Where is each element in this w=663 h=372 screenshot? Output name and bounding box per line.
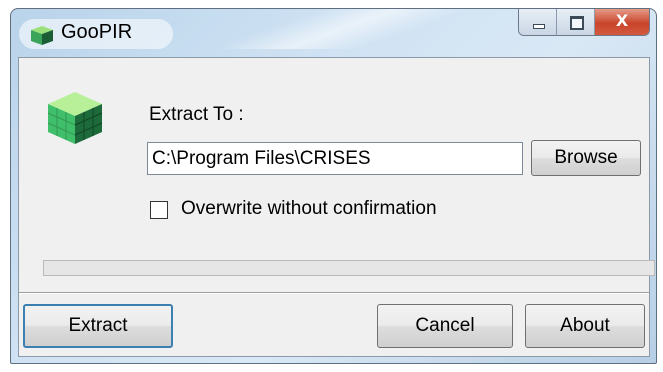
maximize-button[interactable] [557,9,595,35]
goopir-cube-icon[interactable] [29,24,55,46]
title-bar[interactable]: GooPIR X [11,9,656,57]
close-button[interactable]: X [595,9,649,35]
extract-path-input[interactable] [147,142,523,175]
maximize-icon [570,16,584,30]
window-title: GooPIR [61,21,133,43]
about-button[interactable]: About [525,304,645,348]
button-separator [19,292,649,294]
goopir-cube-large-icon [47,92,103,144]
caption-buttons: X [518,9,650,36]
extract-to-label: Extract To : [149,104,244,125]
extract-button[interactable]: Extract [23,304,173,348]
cancel-button[interactable]: Cancel [377,304,513,348]
overwrite-checkbox-label[interactable]: Overwrite without confirmation [181,198,437,220]
minimize-button[interactable] [519,9,557,35]
browse-button[interactable]: Browse [531,140,641,176]
close-icon: X [615,11,629,30]
extraction-progress-bar [43,260,655,276]
overwrite-checkbox[interactable] [150,201,168,219]
dialog-client-area: Extract To : Browse Overwrite without co… [18,57,655,357]
minimize-icon [533,24,545,29]
app-window: GooPIR X Extract To: C:\Program Files\C… [10,8,657,364]
